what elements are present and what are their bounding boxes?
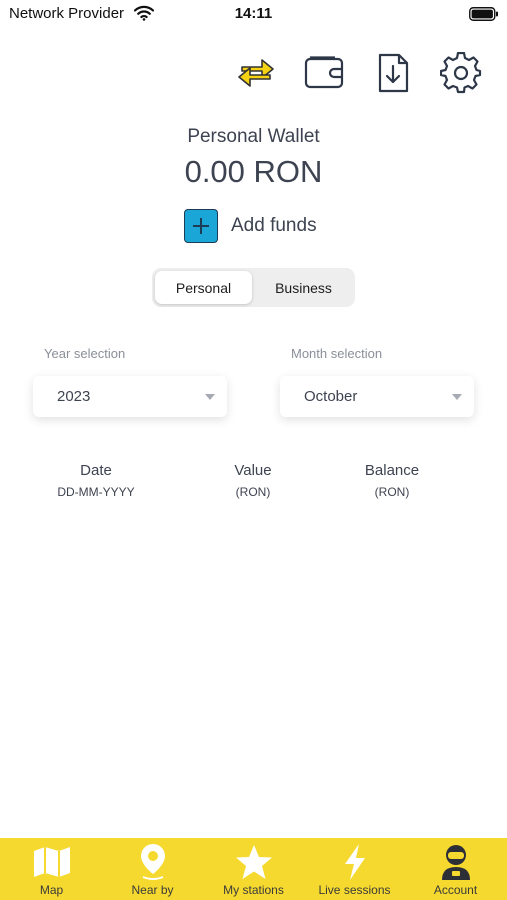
tab-map-label: Map bbox=[39, 883, 64, 897]
column-date: Date DD-MM-YYYY bbox=[26, 462, 166, 499]
column-date-title: Date bbox=[80, 462, 112, 479]
tab-live-sessions-label: Live sessions bbox=[318, 883, 391, 897]
star-icon bbox=[235, 843, 273, 881]
tab-my-stations[interactable]: My stations bbox=[203, 838, 304, 900]
tab-near-by-label: Near by bbox=[131, 883, 174, 897]
segment-business[interactable]: Business bbox=[255, 271, 352, 304]
map-icon bbox=[33, 843, 71, 881]
download-document-icon bbox=[375, 52, 411, 99]
add-funds-label: Add funds bbox=[231, 215, 317, 236]
column-balance-title: Balance bbox=[364, 462, 420, 479]
transfer-button[interactable] bbox=[233, 52, 279, 98]
column-value-unit: (RON) bbox=[235, 485, 271, 499]
bottom-tab-bar: Map Near by My stations Live sessions Ac… bbox=[0, 838, 507, 900]
chevron-down-icon bbox=[205, 393, 215, 400]
tab-near-by[interactable]: Near by bbox=[102, 838, 203, 900]
month-dropdown[interactable]: October bbox=[280, 376, 474, 417]
month-value: October bbox=[304, 388, 358, 405]
wallet-type-switch: Personal Business bbox=[152, 268, 355, 307]
tab-map[interactable]: Map bbox=[1, 838, 102, 900]
year-value: 2023 bbox=[57, 388, 91, 405]
plus-icon bbox=[184, 209, 218, 243]
tab-account[interactable]: Account bbox=[405, 838, 506, 900]
chevron-down-icon bbox=[452, 393, 462, 400]
transfer-icon bbox=[234, 54, 278, 97]
account-avatar-icon bbox=[439, 843, 473, 881]
lightning-icon bbox=[341, 843, 369, 881]
wallet-icon bbox=[303, 55, 345, 96]
wallet-title: Personal Wallet bbox=[187, 126, 320, 147]
year-dropdown[interactable]: 2023 bbox=[33, 376, 227, 417]
column-date-format: DD-MM-YYYY bbox=[57, 485, 135, 499]
settings-button[interactable] bbox=[438, 51, 484, 99]
segment-personal[interactable]: Personal bbox=[155, 271, 252, 304]
tab-my-stations-label: My stations bbox=[223, 883, 284, 897]
gear-icon bbox=[439, 51, 482, 99]
download-statement-button[interactable] bbox=[370, 52, 416, 98]
battery-icon bbox=[469, 7, 499, 26]
wallet-balance: 0.00 RON bbox=[184, 154, 323, 189]
year-selection-label: Year selection bbox=[44, 346, 126, 361]
column-balance-unit: (RON) bbox=[374, 485, 410, 499]
month-selection-label: Month selection bbox=[291, 346, 383, 361]
location-pin-icon bbox=[139, 843, 167, 881]
column-balance: Balance (RON) bbox=[322, 462, 462, 499]
tab-live-sessions[interactable]: Live sessions bbox=[304, 838, 405, 900]
tab-account-label: Account bbox=[433, 883, 478, 897]
column-value-title: Value bbox=[234, 462, 272, 479]
wallet-button[interactable] bbox=[301, 52, 347, 98]
status-bar: Network Provider 14:11 bbox=[0, 0, 507, 28]
add-funds-button[interactable]: Add funds bbox=[184, 208, 317, 244]
column-value: Value (RON) bbox=[183, 462, 323, 499]
status-time: 14:11 bbox=[234, 5, 273, 22]
